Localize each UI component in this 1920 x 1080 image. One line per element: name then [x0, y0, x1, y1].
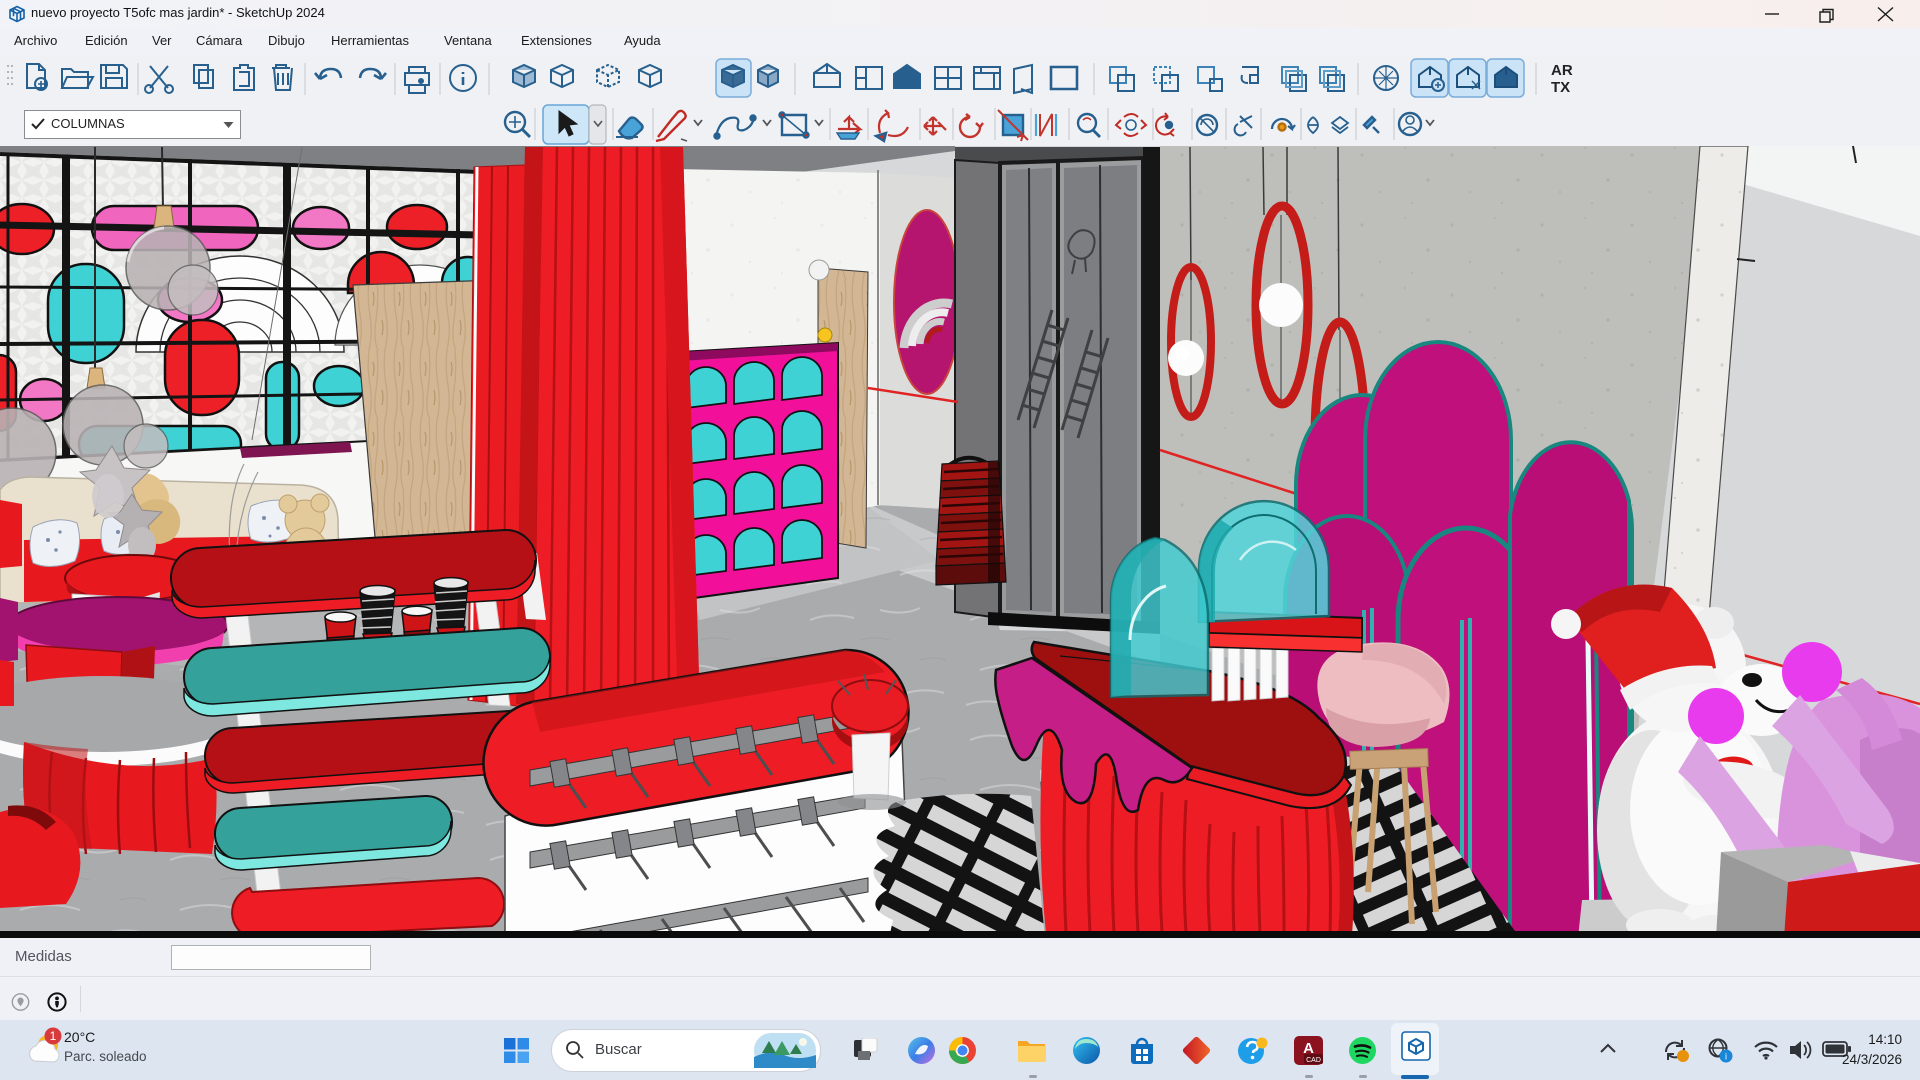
svg-text:CAD: CAD: [1306, 1057, 1321, 1064]
svg-text:AR: AR: [1551, 62, 1573, 79]
svg-text:TX: TX: [1551, 79, 1570, 96]
svg-text:1: 1: [50, 1029, 57, 1043]
svg-text:i: i: [1725, 1052, 1727, 1062]
